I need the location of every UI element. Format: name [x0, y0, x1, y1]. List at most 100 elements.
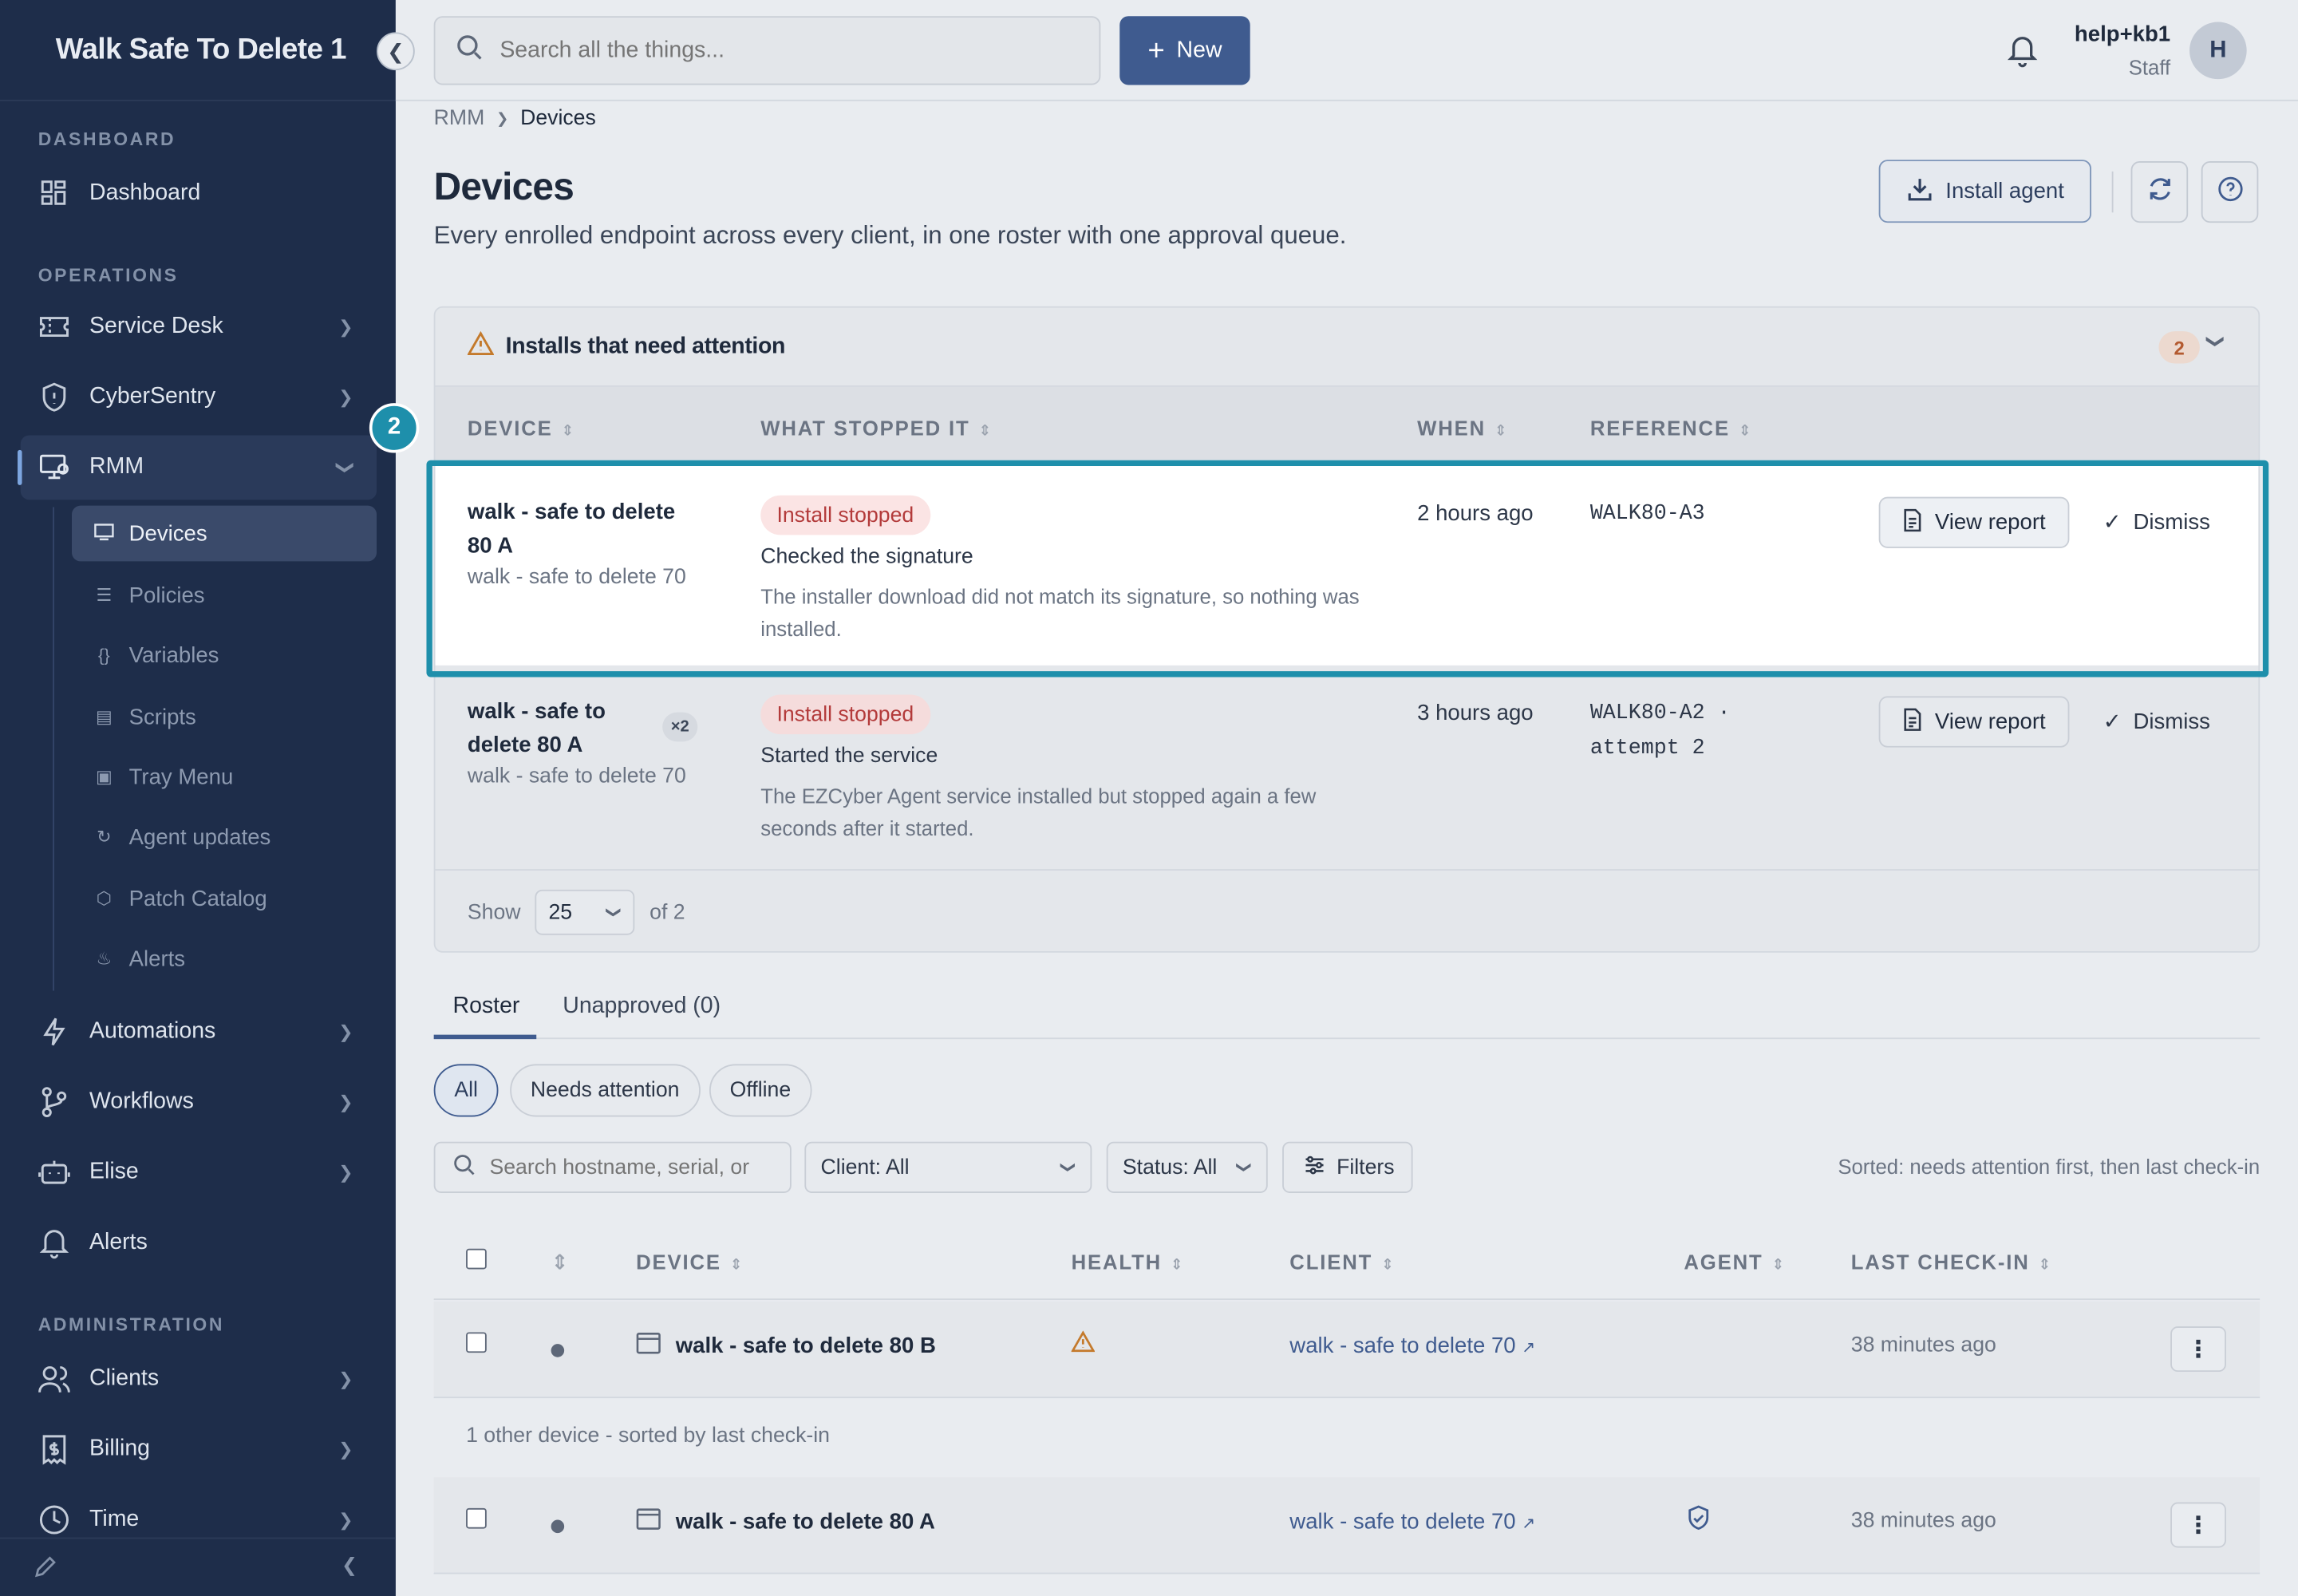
table-row[interactable]: walk - safe to delete 80 A walk - safe t…: [433, 1477, 2260, 1574]
sidebar-item-label: Time: [89, 1507, 140, 1532]
avatar[interactable]: H: [2189, 22, 2247, 80]
tab-roster[interactable]: Roster: [453, 994, 520, 1020]
monitor-icon: [93, 523, 116, 545]
collapse-left-icon[interactable]: ❮: [342, 1554, 357, 1577]
notification-bell-icon[interactable]: [2005, 32, 2040, 68]
column-header-health[interactable]: HEALTH ⇕: [1072, 1250, 1185, 1274]
sort-icon: ⇕: [2038, 1257, 2052, 1274]
sidebar-subitem-variables[interactable]: {} Variables: [72, 627, 377, 683]
active-tab-indicator: [433, 1034, 537, 1040]
sidebar-item-alerts[interactable]: Alerts: [21, 1211, 377, 1275]
sidebar-subitem-policies[interactable]: ☰ Policies: [72, 567, 377, 623]
column-header-reference[interactable]: REFERENCE ⇕: [1590, 417, 1752, 440]
script-icon: ▤: [95, 706, 113, 727]
column-header-agent[interactable]: AGENT ⇕: [1684, 1250, 1785, 1274]
roster-search[interactable]: [433, 1141, 792, 1193]
page-size-select[interactable]: 25 ❯: [535, 889, 635, 935]
sort-status-icon[interactable]: ⇕: [551, 1250, 570, 1275]
sidebar-item-cybersentry[interactable]: CyberSentry ❯: [21, 365, 377, 429]
sidebar-subitem-label: Scripts: [128, 704, 196, 729]
column-header-label: REFERENCE: [1589, 416, 1730, 440]
sidebar-subitem-label: Tray Menu: [128, 764, 234, 790]
sidebar-subitem-devices[interactable]: Devices: [71, 505, 377, 562]
refresh-button[interactable]: [2130, 161, 2189, 223]
section-label-operations: OPERATIONS: [38, 265, 179, 286]
tab-unapproved[interactable]: Unapproved (0): [563, 994, 721, 1020]
row-actions-button[interactable]: ⋮: [2170, 1326, 2226, 1373]
device-link[interactable]: walk - safe to delete 80 B: [636, 1332, 936, 1360]
show-label: Show: [467, 900, 521, 924]
column-header-last-check-in[interactable]: LAST CHECK-IN ⇕: [1851, 1250, 2052, 1274]
roster-search-input[interactable]: [489, 1156, 783, 1179]
column-header-what-stopped-it[interactable]: WHAT STOPPED IT ⇕: [760, 417, 993, 440]
chevron-left-icon: ❮: [387, 38, 405, 63]
status-filter-select[interactable]: Status: All ❯: [1106, 1141, 1268, 1193]
dismiss-button[interactable]: ✓ Dismiss: [2103, 508, 2210, 535]
column-header-label: AGENT: [1684, 1250, 1763, 1274]
sidebar-item-automations[interactable]: Automations ❯: [21, 1000, 377, 1065]
filters-button[interactable]: Filters: [1282, 1141, 1413, 1193]
shield-icon: [38, 381, 70, 413]
attention-panel-header[interactable]: Installs that need attention 2 ❯: [435, 308, 2259, 387]
client-filter-select[interactable]: Client: All ❯: [804, 1141, 1092, 1193]
attention-device-name[interactable]: walk - safe to delete 80 A: [468, 496, 688, 563]
document-icon: [1902, 707, 1923, 737]
filter-chip-offline[interactable]: Offline: [709, 1064, 811, 1117]
view-report-button[interactable]: View report: [1878, 696, 2070, 748]
sidebar-item-rmm[interactable]: RMM ❯: [18, 435, 377, 500]
client-link[interactable]: walk - safe to delete 70 ↗: [1289, 1333, 1535, 1358]
kebab-icon: ⋮: [2186, 1337, 2210, 1363]
sidebar-item-elise[interactable]: Elise ❯: [21, 1140, 377, 1205]
chevron-right-icon: ❯: [338, 316, 353, 338]
users-icon: [38, 1363, 70, 1395]
sidebar-item-workflows[interactable]: Workflows ❯: [21, 1070, 377, 1135]
dismiss-button[interactable]: ✓ Dismiss: [2103, 708, 2210, 734]
sidebar-item-dashboard[interactable]: Dashboard: [21, 161, 377, 226]
sidebar-subitem-patch-catalog[interactable]: ⬡ Patch Catalog: [72, 871, 377, 926]
view-report-button[interactable]: View report: [1878, 496, 2070, 548]
sidebar-subitem-tray-menu[interactable]: ▣ Tray Menu: [72, 749, 377, 805]
client-link[interactable]: walk - safe to delete 70 ↗: [1289, 1510, 1535, 1535]
column-header-device[interactable]: DEVICE ⇕: [636, 1250, 744, 1274]
sort-icon: ⇕: [561, 423, 575, 440]
sidebar-item-label: Service Desk: [89, 314, 223, 339]
section-label-administration: ADMINISTRATION: [38, 1314, 225, 1336]
row-checkbox[interactable]: [466, 1332, 487, 1353]
sidebar-subitem-agent-updates[interactable]: ↻ Agent updates: [72, 809, 377, 865]
install-agent-button[interactable]: Install agent: [1878, 160, 2091, 223]
sidebar-item-service-desk[interactable]: Service Desk ❯: [21, 294, 377, 359]
attention-row[interactable]: walk - safe to delete 80 A ×2 walk - saf…: [435, 666, 2258, 865]
column-header-when[interactable]: WHEN ⇕: [1417, 417, 1508, 440]
sidebar-collapse-button[interactable]: ❮: [377, 32, 415, 71]
download-icon: [1906, 175, 1933, 207]
attention-device-name[interactable]: walk - safe to delete 80 A: [468, 695, 658, 762]
new-button[interactable]: + New: [1119, 16, 1250, 85]
sort-icon: ⇕: [1494, 423, 1509, 440]
column-header-label: HEALTH: [1071, 1250, 1163, 1274]
warning-icon: [1070, 1330, 1096, 1361]
braces-icon: {}: [98, 645, 110, 666]
pencil-icon[interactable]: [32, 1554, 58, 1587]
filter-chip-needs-attention[interactable]: Needs attention: [510, 1064, 701, 1117]
sidebar-subitem-label: Variables: [128, 642, 219, 668]
global-search[interactable]: [433, 16, 1101, 85]
grid-icon: [38, 177, 70, 209]
device-link[interactable]: walk - safe to delete 80 A: [636, 1508, 935, 1536]
filter-chip-all[interactable]: All: [433, 1064, 499, 1117]
filters-label: Filters: [1337, 1156, 1395, 1179]
table-row[interactable]: walk - safe to delete 80 B walk - safe t…: [433, 1301, 2260, 1399]
row-checkbox[interactable]: [466, 1507, 487, 1529]
chevron-down-icon[interactable]: ❯: [2205, 334, 2226, 349]
help-button[interactable]: [2201, 161, 2259, 223]
column-header-client[interactable]: CLIENT ⇕: [1289, 1250, 1395, 1274]
sidebar-item-billing[interactable]: Billing ❯: [21, 1417, 377, 1482]
select-all-checkbox[interactable]: [466, 1248, 487, 1270]
attention-row[interactable]: walk - safe to delete 80 A walk - safe t…: [435, 466, 2259, 666]
row-actions-button[interactable]: ⋮: [2170, 1502, 2226, 1548]
breadcrumb-link-rmm[interactable]: RMM: [434, 107, 485, 133]
column-header-device[interactable]: DEVICE ⇕: [468, 417, 575, 440]
sidebar-subitem-scripts[interactable]: ▤ Scripts: [72, 689, 377, 745]
sidebar-subitem-alerts[interactable]: ♨ Alerts: [72, 930, 377, 986]
search-input[interactable]: [499, 37, 1057, 64]
sidebar-item-clients[interactable]: Clients ❯: [21, 1347, 377, 1412]
